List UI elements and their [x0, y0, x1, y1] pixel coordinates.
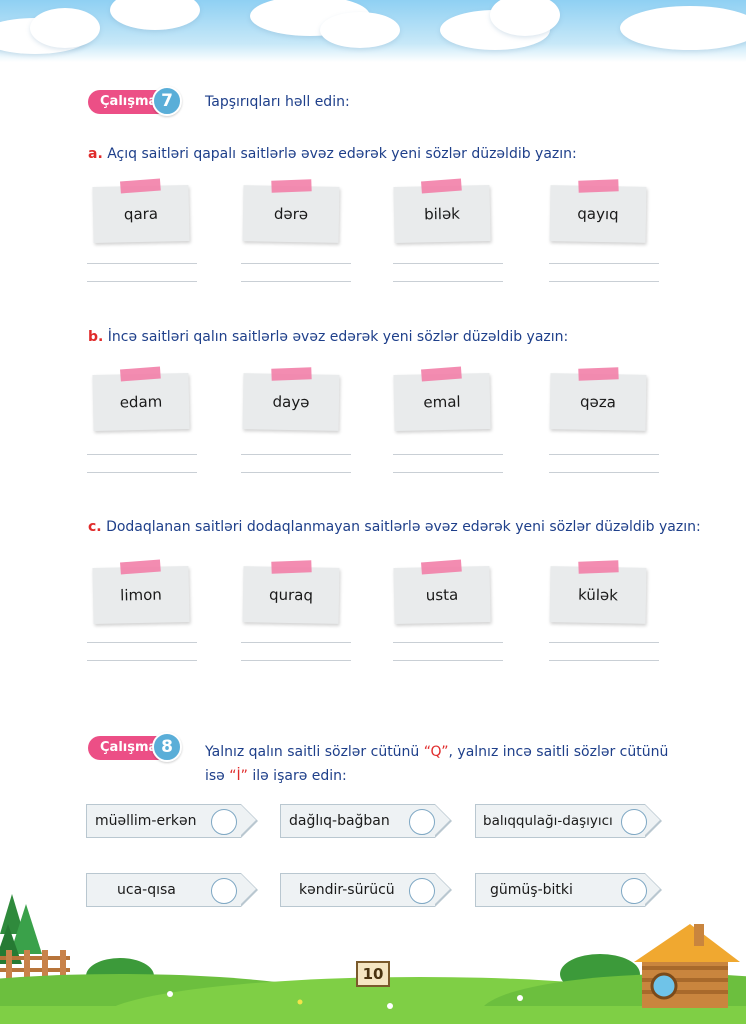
mark-i: “İ”	[229, 768, 248, 784]
page-number: 10	[356, 961, 390, 987]
word-pair-box: müəllim-erkən	[86, 803, 258, 838]
tape-decoration	[421, 366, 462, 382]
badge-label: Çalışma	[100, 94, 158, 109]
exercise-number: 7	[152, 86, 182, 116]
answer-line[interactable]	[241, 660, 351, 661]
answer-circle[interactable]	[211, 809, 237, 835]
answer-circle[interactable]	[409, 878, 435, 904]
exercise-8-badge: Çalışma 8	[88, 732, 182, 762]
word-card: dərə	[242, 179, 340, 243]
landscape-illustration	[0, 894, 746, 1024]
tape-decoration	[271, 560, 312, 574]
section-a-instruction: a. Açıq saitləri qapalı saitlərlə əvəz e…	[88, 146, 577, 162]
word-label: bilək	[423, 204, 461, 224]
answer-circle[interactable]	[409, 809, 435, 835]
word-pair-label: müəllim-erkən	[95, 813, 197, 829]
word-pair-box: dağlıq-bağban	[280, 803, 452, 838]
word-label: qayıq	[577, 204, 619, 224]
word-card: usta	[393, 559, 491, 624]
answer-line[interactable]	[87, 454, 197, 455]
tape-decoration	[120, 559, 161, 575]
word-card: dayə	[242, 367, 340, 431]
answer-line[interactable]	[549, 263, 659, 264]
word-label: dayə	[272, 392, 310, 412]
instruction-text: ilə işarə edin:	[247, 768, 347, 784]
instruction-text: isə	[205, 768, 230, 784]
answer-line[interactable]	[393, 454, 503, 455]
answer-circle[interactable]	[211, 878, 237, 904]
section-letter: c.	[88, 519, 102, 535]
answer-line[interactable]	[241, 642, 351, 643]
answer-circle[interactable]	[621, 878, 647, 904]
answer-line[interactable]	[87, 281, 197, 282]
tape-decoration	[578, 179, 619, 193]
answer-circle[interactable]	[621, 809, 647, 835]
exercise-7-badge: Çalışma 7	[88, 86, 182, 116]
word-pair-label: dağlıq-bağban	[289, 813, 390, 829]
word-card: bilək	[393, 178, 491, 243]
answer-line[interactable]	[87, 263, 197, 264]
tape-decoration	[271, 367, 312, 381]
answer-line[interactable]	[549, 642, 659, 643]
tape-decoration	[578, 560, 619, 574]
section-letter: a.	[88, 146, 103, 162]
word-card: quraq	[242, 560, 340, 624]
word-card: edam	[92, 366, 190, 431]
section-text: Dodaqlanan saitləri dodaqlanmayan saitlə…	[106, 519, 701, 535]
answer-line[interactable]	[549, 660, 659, 661]
answer-line[interactable]	[393, 281, 503, 282]
badge-label: Çalışma	[100, 740, 158, 755]
word-label: qəza	[579, 392, 617, 412]
answer-line[interactable]	[393, 263, 503, 264]
word-label: qara	[123, 204, 159, 224]
section-c-instruction: c. Dodaqlanan saitləri dodaqlanmayan sai…	[88, 519, 701, 535]
answer-line[interactable]	[393, 642, 503, 643]
tape-decoration	[120, 366, 161, 382]
answer-line[interactable]	[87, 472, 197, 473]
tape-decoration	[120, 178, 161, 194]
answer-line[interactable]	[87, 660, 197, 661]
tape-decoration	[421, 559, 462, 575]
answer-line[interactable]	[393, 472, 503, 473]
mark-q: “Q”	[423, 744, 449, 760]
word-card: qəza	[549, 367, 647, 431]
answer-line[interactable]	[549, 281, 659, 282]
word-card: qayıq	[549, 179, 647, 243]
answer-line[interactable]	[241, 263, 351, 264]
word-pair-box: balıqqulağı-daşıyıcı	[475, 803, 662, 838]
answer-line[interactable]	[241, 281, 351, 282]
word-label: dərə	[273, 204, 309, 224]
answer-line[interactable]	[549, 472, 659, 473]
answer-line[interactable]	[549, 454, 659, 455]
section-b-instruction: b. İncə saitləri qalın saitlərlə əvəz ed…	[88, 329, 568, 345]
tape-decoration	[578, 367, 619, 381]
answer-line[interactable]	[87, 642, 197, 643]
word-label: quraq	[268, 585, 314, 605]
instruction-text: Yalnız qalın saitli sözlər cütünü	[205, 744, 424, 760]
word-label: emal	[423, 392, 461, 412]
section-text: Açıq saitləri qapalı saitlərlə əvəz edər…	[107, 146, 577, 162]
word-label: edam	[119, 392, 163, 412]
word-card: emal	[393, 366, 491, 431]
section-text: İncə saitləri qalın saitlərlə əvəz edərə…	[107, 329, 569, 345]
exercise-7-instruction: Tapşırıqları həll edin:	[205, 94, 350, 110]
word-label: limon	[119, 585, 162, 605]
word-pair-label: balıqqulağı-daşıyıcı	[483, 813, 613, 829]
word-label: usta	[425, 585, 459, 605]
tape-decoration	[421, 178, 462, 194]
word-card: limon	[92, 559, 190, 624]
word-card: qara	[92, 178, 190, 243]
tape-decoration	[271, 179, 312, 193]
word-card: külək	[549, 560, 647, 624]
instruction-text: , yalnız incə saitli sözlər cütünü	[448, 744, 669, 760]
exercise-8-instruction: Yalnız qalın saitli sözlər cütünü “Q”, y…	[205, 740, 668, 788]
section-letter: b.	[88, 329, 104, 345]
answer-line[interactable]	[241, 472, 351, 473]
word-label: külək	[577, 585, 619, 605]
answer-line[interactable]	[241, 454, 351, 455]
exercise-number: 8	[152, 732, 182, 762]
answer-line[interactable]	[393, 660, 503, 661]
